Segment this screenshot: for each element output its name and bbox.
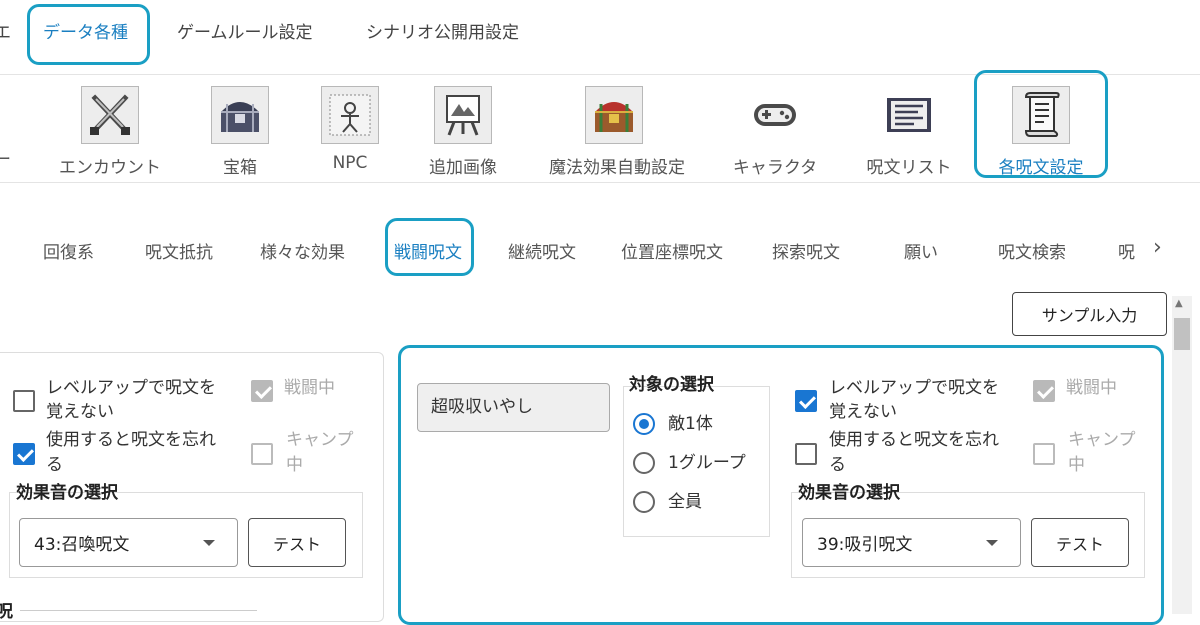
tool-spell-list[interactable]: 呪文リスト [844,86,974,178]
subtab-position[interactable]: 位置座標呪文 [621,238,723,263]
spell-list-icon [880,86,938,144]
right-camp-checkbox[interactable] [1033,443,1055,465]
tool-label: 魔法効果自動設定 [549,158,685,178]
subtab-various-effects[interactable]: 様々な効果 [260,238,345,263]
sample-input-button[interactable]: サンプル入力 [1012,292,1167,336]
right-camp-label: キャンプ [1068,430,1136,450]
subtab-wish[interactable]: 願い [904,238,938,263]
left-levelup-label-2: 覚えない [46,402,114,422]
chevron-down-icon [203,539,215,546]
tool-label: NPC [332,153,368,173]
scroll-up-icon[interactable]: ▲ [1175,298,1183,309]
left-bottom-fragment: 呪 [0,602,13,622]
tool-label: エンカウント [59,158,161,178]
top-tab-fragment[interactable]: エ [0,18,11,43]
red-chest-icon [585,86,643,144]
right-battle-label: 戦闘中 [1066,378,1117,398]
right-test-button[interactable]: テスト [1031,518,1129,567]
right-levelup-checkbox[interactable] [795,390,817,412]
right-levelup-label: レベルアップで呪文を [829,378,999,398]
target-label-group: 1グループ [668,453,746,473]
target-radio-one-enemy[interactable] [633,413,655,435]
tool-highlight [974,70,1108,178]
spell-name-value: 超吸収いやし [431,397,533,417]
subtab-recovery[interactable]: 回復系 [43,238,94,263]
right-forget-checkbox[interactable] [795,443,817,465]
left-sound-select[interactable]: 43:召喚呪文 [19,518,238,567]
divider [20,610,257,611]
left-forget-label: 使用すると呪文を忘れ [46,430,216,450]
tool-npc[interactable]: NPC [285,86,415,173]
left-battle-checkbox[interactable] [251,380,273,402]
gamepad-icon [746,86,804,144]
target-radio-group[interactable] [633,452,655,474]
left-forget-checkbox[interactable] [13,443,35,465]
image-easel-icon [434,86,492,144]
right-forget-label: 使用すると呪文を忘れ [829,430,999,450]
subtab-highlight [385,218,474,276]
right-sound-title: 効果音の選択 [798,483,900,503]
left-camp-checkbox[interactable] [251,443,273,465]
left-battle-label: 戦闘中 [284,378,335,398]
tool-magic-auto[interactable]: 魔法効果自動設定 [549,86,685,178]
crossed-swords-icon [81,86,139,144]
treasure-chest-icon [211,86,269,144]
chevron-right-icon[interactable]: › [1153,235,1162,260]
tool-label: キャラクタ [732,158,818,178]
left-levelup-label: レベルアップで呪文を [46,378,216,398]
subtab-spell-resist[interactable]: 呪文抵抗 [145,238,213,263]
tool-label: 呪文リスト [866,158,952,178]
right-levelup-label-2: 覚えない [829,402,897,422]
left-sound-title: 効果音の選択 [16,483,118,503]
target-label-all: 全員 [668,492,702,512]
left-forget-label-2: る [46,455,63,475]
subtab-spell-search[interactable]: 呪文検索 [998,238,1066,263]
subtab-continuous[interactable]: 継続呪文 [508,238,576,263]
tab-game-rules[interactable]: ゲームルール設定 [177,18,313,43]
divider [0,182,1200,183]
right-forget-label-2: る [829,455,846,475]
subtab-explore[interactable]: 探索呪文 [772,238,840,263]
chevron-down-icon [986,539,998,546]
toolbar-fragment: ー [0,150,11,170]
left-camp-label: キャンプ [286,430,354,450]
tool-extra-image[interactable]: 追加画像 [398,86,528,178]
target-radio-all[interactable] [633,491,655,513]
left-camp-label-2: 中 [286,455,303,475]
right-sound-select[interactable]: 39:吸引呪文 [802,518,1021,567]
npc-figure-icon [321,86,379,144]
left-levelup-checkbox[interactable] [13,390,35,412]
right-camp-label-2: 中 [1068,455,1085,475]
left-sound-value: 43:召喚呪文 [34,535,130,555]
target-title: 対象の選択 [629,375,714,395]
tool-encount[interactable]: エンカウント [45,86,175,178]
right-sound-value: 39:吸引呪文 [817,535,913,555]
tab-highlight [27,4,150,65]
right-battle-checkbox[interactable] [1033,380,1055,402]
tab-scenario-publish[interactable]: シナリオ公開用設定 [366,18,519,43]
scrollbar-thumb[interactable] [1174,318,1190,350]
subtab-more[interactable]: 呪 [1118,238,1136,263]
left-test-button[interactable]: テスト [248,518,346,567]
target-label-one-enemy: 敵1体 [668,414,713,434]
tool-label: 追加画像 [429,158,497,178]
tool-character[interactable]: キャラクタ [710,86,840,178]
